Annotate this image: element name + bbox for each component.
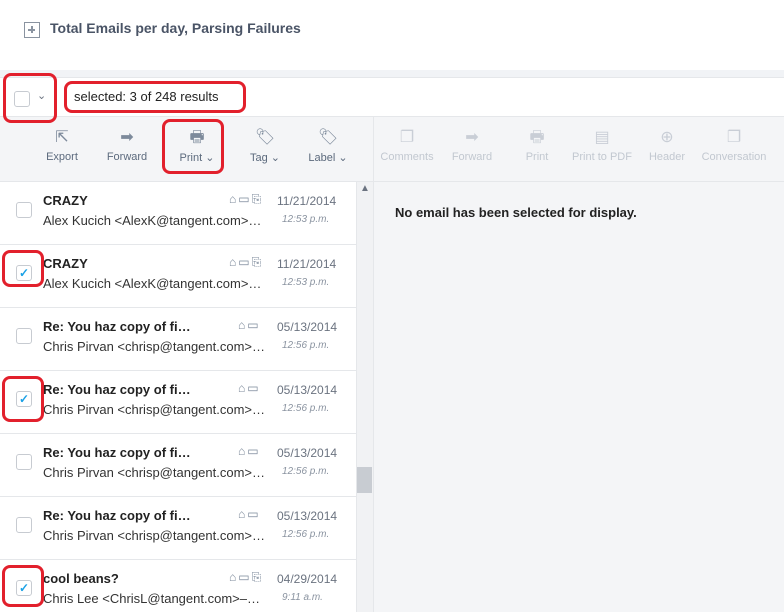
email-time: 9:11 a.m. (282, 592, 323, 603)
email-date: 11/21/2014 (277, 257, 337, 271)
email-row[interactable]: Re: You haz copy of fi… Chris Pirvan <ch… (0, 308, 356, 371)
list-scrollbar[interactable] (356, 182, 373, 612)
zoom-icon: ⊕ (660, 129, 674, 146)
email-time: 12:56 p.m. (282, 466, 330, 477)
export-button[interactable]: ⇱ Export (44, 128, 80, 163)
header-button[interactable]: ⊕ Header (646, 128, 688, 163)
label-dropdown[interactable]: 🏷 Label ⌄ (304, 128, 352, 164)
email-date: 11/21/2014 (277, 194, 337, 208)
email-row[interactable]: ✓ CRAZY Alex Kucich <AlexK@tangent.com>…… (0, 245, 356, 308)
email-subject: Re: You haz copy of fi… (43, 382, 191, 397)
status-icons: ⌂▭⎘ (229, 192, 264, 206)
email-time: 12:56 p.m. (282, 340, 330, 351)
email-date: 05/13/2014 (277, 383, 338, 397)
annotation-box-selection-count (64, 81, 246, 113)
scrollbar-thumb[interactable] (357, 467, 372, 493)
comments-button[interactable]: ❐ Comments (378, 128, 436, 163)
annotation-box-row-7 (2, 565, 44, 607)
status-icons: ⌂▭⎘ (229, 255, 264, 269)
status-icons: ⌂▭⎘ (229, 570, 264, 584)
email-subject: cool beans? (43, 571, 119, 586)
email-date: 05/13/2014 (277, 446, 338, 460)
row-checkbox[interactable] (16, 454, 32, 470)
status-icons: ⌂▭ (238, 507, 261, 521)
status-icons: ⌂▭ (238, 444, 261, 458)
status-icons: ⌂▭ (238, 381, 261, 395)
preview-pane: No email has been selected for display. (373, 182, 784, 612)
row-checkbox[interactable] (16, 517, 32, 533)
email-sender: Alex Kucich <AlexK@tangent.com>… (43, 276, 262, 291)
annotation-box-select-all (3, 73, 57, 123)
email-sender: Chris Pirvan <chrisp@tangent.com>… (43, 339, 266, 354)
conversation-button[interactable]: ❐ Conversation (700, 128, 768, 163)
status-icons: ⌂▭ (238, 318, 261, 332)
export-icon: ⇱ (55, 129, 69, 146)
email-row[interactable]: Re: You haz copy of fi… Chris Pirvan <ch… (0, 434, 356, 497)
pdf-icon: ▤ (594, 129, 610, 146)
forward-button[interactable]: ➡ Forward (104, 128, 150, 163)
comments-icon: ❐ (399, 129, 415, 146)
email-row[interactable]: Re: You haz copy of fi… Chris Pirvan <ch… (0, 497, 356, 560)
email-sender: Chris Lee <ChrisL@tangent.com>–… (43, 591, 260, 606)
forward-icon: ➡ (120, 129, 134, 146)
email-subject: CRAZY (43, 193, 88, 208)
preview-print-button[interactable]: 🖶 Print (520, 128, 554, 163)
email-row[interactable]: ✓ cool beans? Chris Lee <ChrisL@tangent.… (0, 560, 356, 612)
forward-icon: ➡ (465, 129, 479, 146)
email-time: 12:56 p.m. (282, 403, 330, 414)
email-row[interactable]: ✓ Re: You haz copy of fi… Chris Pirvan <… (0, 371, 356, 434)
email-sender: Chris Pirvan <chrisp@tangent.com>… (43, 402, 266, 417)
email-date: 04/29/2014 (277, 572, 338, 586)
annotation-box-row-2 (2, 250, 44, 287)
email-subject: Re: You haz copy of fi… (43, 445, 191, 460)
annotation-box-row-4 (2, 376, 44, 422)
row-checkbox[interactable] (16, 328, 32, 344)
email-date: 05/13/2014 (277, 320, 338, 334)
email-sender: Chris Pirvan <chrisp@tangent.com>… (43, 528, 266, 543)
annotation-box-print (162, 119, 224, 174)
email-date: 05/13/2014 (277, 509, 338, 523)
printer-icon: 🖶 (529, 129, 545, 146)
preview-forward-button[interactable]: ➡ Forward (448, 128, 496, 163)
email-row[interactable]: CRAZY Alex Kucich <AlexK@tangent.com>… ⌂… (0, 182, 356, 245)
label-icon: 🏷 (317, 129, 339, 146)
conversation-icon: ❐ (726, 129, 742, 146)
email-sender: Chris Pirvan <chrisp@tangent.com>… (43, 465, 266, 480)
email-sender: Alex Kucich <AlexK@tangent.com>… (43, 213, 262, 228)
report-title: Total Emails per day, Parsing Failures (50, 20, 301, 36)
tag-dropdown[interactable]: 🏷 Tag ⌄ (244, 128, 286, 164)
empty-preview-message: No email has been selected for display. (395, 205, 637, 220)
scroll-up-icon[interactable]: ▲ (360, 183, 370, 194)
email-time: 12:53 p.m. (282, 214, 330, 225)
email-list: CRAZY Alex Kucich <AlexK@tangent.com>… ⌂… (0, 182, 356, 612)
email-time: 12:53 p.m. (282, 277, 330, 288)
email-subject: CRAZY (43, 256, 88, 271)
email-subject: Re: You haz copy of fi… (43, 508, 191, 523)
print-to-pdf-button[interactable]: ▤ Print to PDF (570, 128, 634, 163)
email-time: 12:56 p.m. (282, 529, 330, 540)
expand-plus-icon[interactable] (24, 22, 40, 38)
report-header: Total Emails per day, Parsing Failures (0, 0, 784, 70)
row-checkbox[interactable] (16, 202, 32, 218)
divider-band (0, 70, 784, 78)
email-subject: Re: You haz copy of fi… (43, 319, 191, 334)
tag-icon: 🏷 (254, 129, 276, 146)
